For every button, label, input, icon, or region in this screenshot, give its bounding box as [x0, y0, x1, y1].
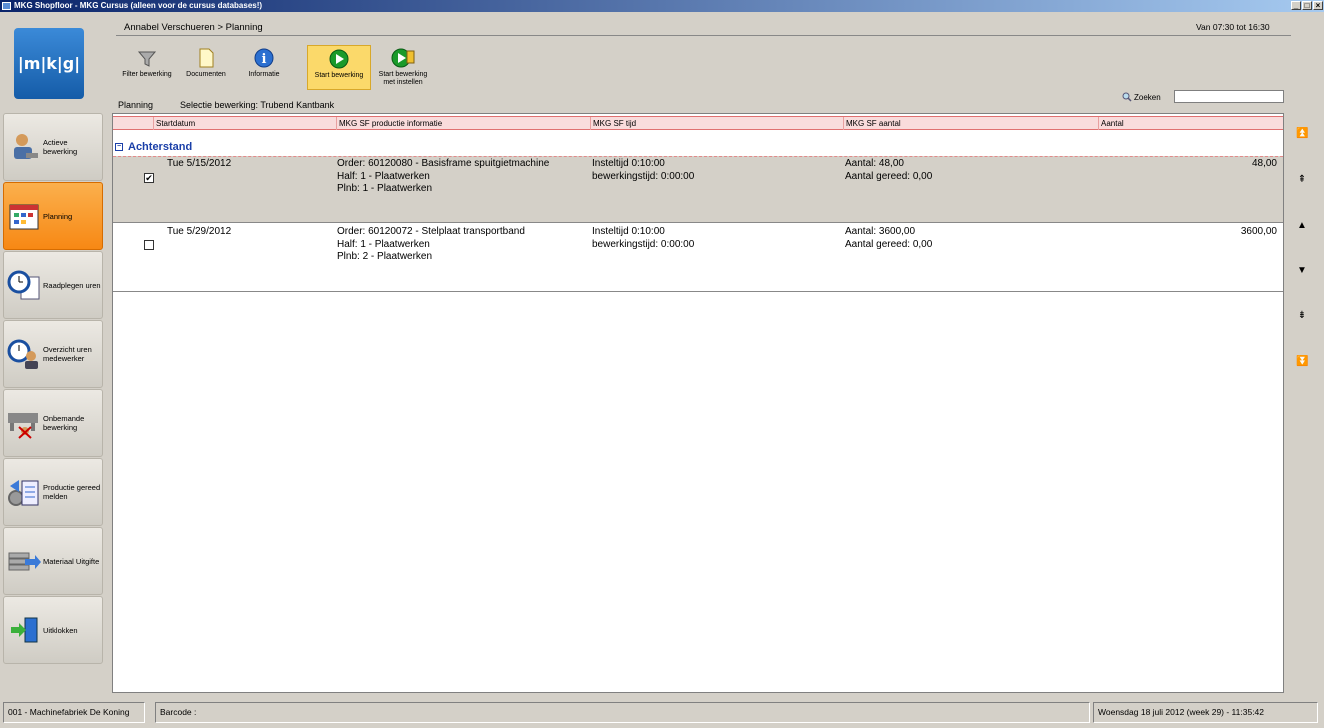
nav-label: Overzicht uren medewerker — [43, 345, 92, 363]
document-icon — [197, 45, 215, 69]
play-icon — [328, 46, 350, 70]
nav-uitklokken[interactable]: Uitklokken — [3, 596, 103, 664]
group-header[interactable]: − Achterstand — [115, 141, 192, 153]
nav-label: Raadplegen uren — [43, 280, 101, 290]
clock-person-icon — [7, 337, 41, 371]
search-label: Zoeken — [1122, 92, 1161, 102]
calendar-icon — [7, 199, 41, 233]
machine-icon — [7, 406, 41, 440]
row-checkbox[interactable] — [144, 240, 154, 250]
scroll-down-button[interactable]: ▼ — [1296, 265, 1308, 276]
nav-label: Onbemande bewerking — [43, 414, 85, 432]
table-row[interactable]: Tue 5/29/2012 Order: 60120072 - Stelplaa… — [113, 225, 1283, 292]
nav-onbemande-bewerking[interactable]: Onbemande bewerking — [3, 389, 103, 457]
col-sf-aantal[interactable]: MKG SF aantal — [846, 119, 901, 128]
status-datetime: Woensdag 18 juli 2012 (week 29) - 11:35:… — [1093, 702, 1318, 723]
scroll-pageup-button[interactable]: ⇞ — [1296, 174, 1308, 185]
gear-report-icon — [7, 475, 41, 509]
scroll-top-button[interactable]: ⏫ — [1296, 128, 1308, 139]
table-row[interactable]: ✔ Tue 5/15/2012 Order: 60120080 - Basisf… — [113, 156, 1283, 223]
status-company: 001 - Machinefabriek De Koning — [3, 702, 145, 723]
scroll-bottom-button[interactable]: ⏬ — [1296, 356, 1308, 367]
app-icon — [2, 2, 11, 10]
play-settings-icon — [391, 45, 415, 69]
row-checkbox[interactable]: ✔ — [144, 173, 154, 183]
window-title: MKG Shopfloor - MKG Cursus (alleen voor … — [14, 1, 263, 10]
nav-label: Materiaal Uitgifte — [43, 556, 100, 566]
nav-materiaal-uitgifte[interactable]: Materiaal Uitgifte — [3, 527, 103, 595]
filter-icon — [137, 45, 157, 69]
search-icon — [1122, 92, 1132, 102]
nav-label: Productie gereed melden — [43, 483, 101, 501]
nav-actieve-bewerking[interactable]: Actieve bewerking — [3, 113, 103, 181]
documenten-button[interactable]: Documenten — [174, 45, 238, 90]
status-barcode: Barcode : — [155, 702, 1090, 723]
start-bewerking-button[interactable]: Start bewerking — [307, 45, 371, 90]
close-icon[interactable]: × — [1313, 1, 1323, 10]
time-window: Van 07:30 tot 16:30 — [1196, 22, 1288, 36]
col-productie-informatie[interactable]: MKG SF productie informatie — [339, 119, 442, 128]
info-icon: i — [253, 45, 275, 69]
collapse-icon[interactable]: − — [115, 143, 123, 151]
nav-label: Planning — [43, 211, 73, 221]
nav-productie-gereed[interactable]: Productie gereed melden — [3, 458, 103, 526]
header-divider — [116, 35, 1291, 36]
window-titlebar: MKG Shopfloor - MKG Cursus (alleen voor … — [0, 0, 1324, 12]
mkg-logo: |m|k|g| — [14, 28, 84, 99]
exit-door-icon — [7, 613, 41, 647]
nav-overzicht-uren[interactable]: Overzicht uren medewerker — [3, 320, 103, 388]
start-bewerking-instellen-button[interactable]: Start bewerking met instellen — [371, 45, 435, 90]
nav-label: Uitklokken — [43, 625, 78, 635]
filter-bewerking-button[interactable]: Filter bewerking — [115, 45, 179, 90]
col-aantal[interactable]: Aantal — [1101, 119, 1124, 128]
minimize-icon[interactable]: _ — [1291, 1, 1301, 10]
selection-label: Selectie bewerking: Trubend Kantbank — [180, 100, 335, 110]
nav-planning[interactable]: Planning — [3, 182, 103, 250]
clock-sheet-icon — [7, 268, 41, 302]
material-icon — [7, 544, 41, 578]
nav-label: Actieve bewerking — [43, 138, 78, 156]
col-startdatum[interactable]: Startdatum — [156, 119, 195, 128]
planning-grid: Startdatum MKG SF productie informatie M… — [112, 113, 1284, 693]
worker-icon — [7, 130, 41, 164]
maximize-icon[interactable]: □ — [1302, 1, 1312, 10]
informatie-button[interactable]: i Informatie — [232, 45, 296, 90]
scroll-up-button[interactable]: ▲ — [1296, 220, 1308, 231]
col-tijd[interactable]: MKG SF tijd — [593, 119, 636, 128]
scroll-pagedown-button[interactable]: ⇟ — [1296, 310, 1308, 321]
row-divider — [113, 291, 1283, 292]
breadcrumb: Annabel Verschueren > Planning — [124, 22, 263, 33]
search-input[interactable] — [1174, 90, 1284, 103]
view-label: Planning — [118, 100, 154, 110]
svg-text:i: i — [262, 52, 267, 67]
column-header-row: Startdatum MKG SF productie informatie M… — [113, 116, 1283, 130]
nav-raadplegen-uren[interactable]: Raadplegen uren — [3, 251, 103, 319]
